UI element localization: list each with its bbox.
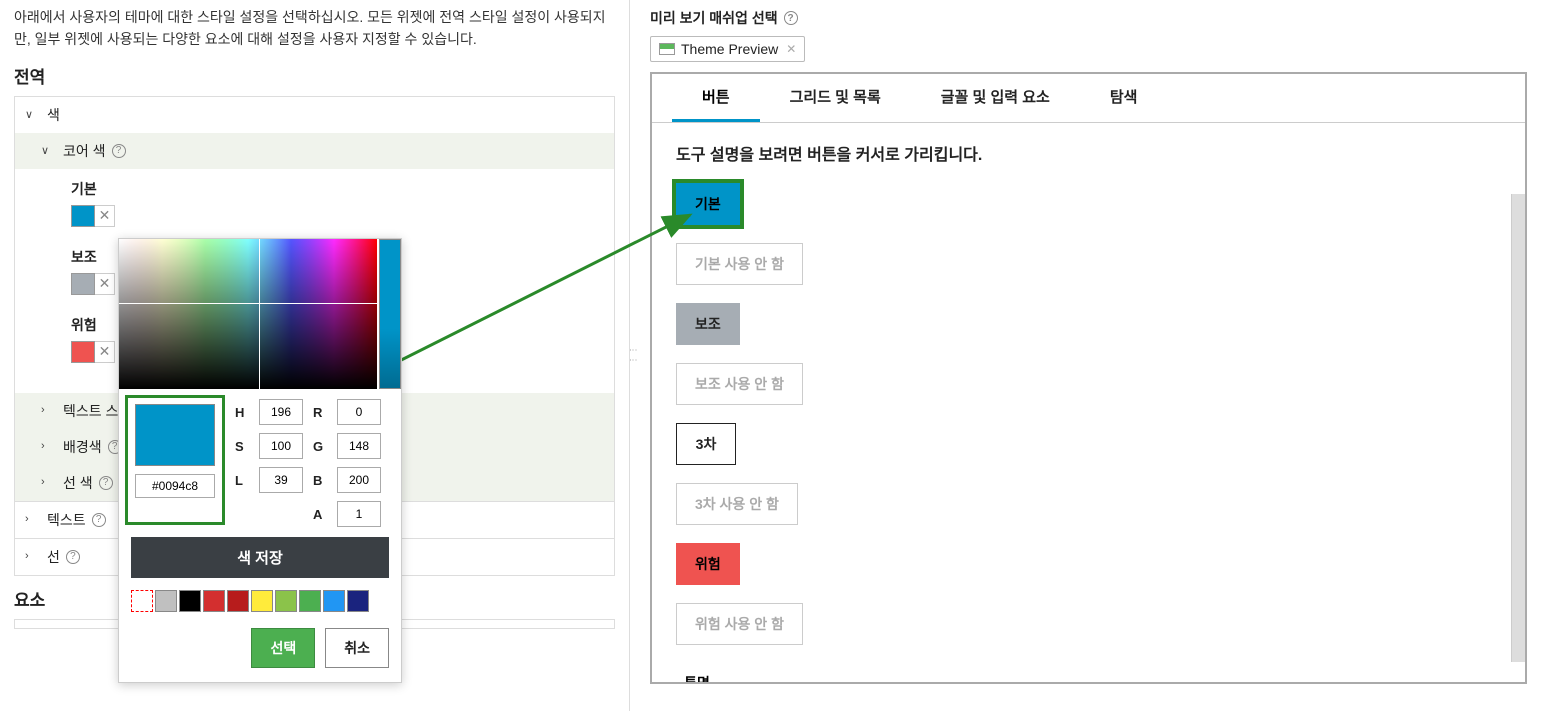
save-color-button[interactable]: 색 저장 — [131, 537, 389, 578]
sample-tertiary-button[interactable]: 3차 — [676, 423, 736, 465]
danger-swatch[interactable] — [71, 341, 95, 363]
color-picker: H R S G L B A 색 저장 선택 취소 — [118, 238, 402, 683]
acc-color-label: 색 — [47, 105, 60, 125]
b-label: B — [313, 473, 329, 488]
palette-slot[interactable] — [251, 590, 273, 612]
preview-frame: 버튼 그리드 및 목록 글꼴 및 입력 요소 탐색 도구 설명을 보려면 버튼을… — [650, 72, 1527, 684]
select-button[interactable]: 선택 — [251, 628, 315, 668]
preview-tabs: 버튼 그리드 및 목록 글꼴 및 입력 요소 탐색 — [652, 74, 1525, 123]
sample-secondary-button[interactable]: 보조 — [676, 303, 740, 345]
mashup-chip[interactable]: Theme Preview ✕ — [650, 36, 805, 62]
b-input[interactable] — [337, 467, 381, 493]
palette-slot[interactable] — [155, 590, 177, 612]
r-input[interactable] — [337, 399, 381, 425]
saturation-value-area[interactable] — [119, 239, 377, 389]
g-label: G — [313, 439, 329, 454]
chevron-down-icon: ∨ — [41, 144, 55, 158]
acc-bg-label: 배경색 — [63, 437, 102, 457]
theme-icon — [659, 43, 675, 55]
intro-text: 아래에서 사용자의 테마에 대한 스타일 설정을 선택하십시오. 모든 위젯에 … — [14, 6, 615, 51]
acc-line-color-label: 선 색 — [63, 473, 93, 493]
acc-color[interactable]: ∨ 색 — [15, 97, 614, 133]
sample-secondary-disabled-button: 보조 사용 안 함 — [676, 363, 803, 405]
chevron-right-icon: › — [41, 440, 55, 454]
primary-color-label: 기본 — [71, 179, 588, 199]
chevron-right-icon: › — [41, 476, 55, 490]
h-input[interactable] — [259, 399, 303, 425]
acc-text-style-label: 텍스트 스 — [63, 401, 118, 421]
hex-input[interactable] — [135, 474, 215, 498]
s-input[interactable] — [259, 433, 303, 459]
help-icon[interactable]: ? — [112, 144, 126, 158]
a-input[interactable] — [337, 501, 381, 527]
r-label: R — [313, 405, 329, 420]
clear-primary-button[interactable]: ✕ — [95, 205, 115, 227]
help-icon[interactable]: ? — [784, 11, 798, 25]
h-label: H — [235, 405, 251, 420]
tab-fonts-inputs[interactable]: 글꼴 및 입력 요소 — [911, 74, 1080, 122]
clear-secondary-button[interactable]: ✕ — [95, 273, 115, 295]
sample-tertiary-disabled-button: 3차 사용 안 함 — [676, 483, 798, 525]
sample-primary-button[interactable]: 기본 — [676, 183, 740, 225]
s-label: S — [235, 439, 251, 454]
sample-transparent-button[interactable]: 투명 — [676, 663, 736, 683]
sample-primary-disabled-button: 기본 사용 안 함 — [676, 243, 803, 285]
l-input[interactable] — [259, 467, 303, 493]
palette-slot[interactable] — [179, 590, 201, 612]
palette-slot-empty[interactable] — [131, 590, 153, 612]
primary-swatch[interactable] — [71, 205, 95, 227]
picker-preview-swatch — [135, 404, 215, 466]
preview-content: 도구 설명을 보려면 버튼을 커서로 가리킵니다. 기본 기본 사용 안 함 보… — [652, 123, 1525, 683]
palette-slot[interactable] — [299, 590, 321, 612]
chevron-down-icon: ∨ — [25, 108, 39, 122]
tab-grid-list[interactable]: 그리드 및 목록 — [760, 74, 911, 122]
chip-label: Theme Preview — [681, 41, 778, 57]
right-panel: 미리 보기 매쉬업 선택 ? Theme Preview ✕ 버튼 그리드 및 … — [630, 0, 1547, 711]
sample-danger-disabled-button: 위험 사용 안 함 — [676, 603, 803, 645]
palette-slot[interactable] — [203, 590, 225, 612]
tab-navigation[interactable]: 탐색 — [1080, 74, 1168, 122]
hsl-rgb-inputs: H R S G L B A — [231, 389, 391, 531]
saved-palette — [119, 584, 401, 618]
help-icon[interactable]: ? — [66, 550, 80, 564]
acc-line-label: 선 — [47, 547, 60, 567]
acc-text-label: 텍스트 — [47, 510, 86, 530]
close-icon[interactable]: ✕ — [786, 42, 796, 56]
clear-danger-button[interactable]: ✕ — [95, 341, 115, 363]
chevron-right-icon: › — [25, 513, 39, 527]
l-label: L — [235, 473, 251, 488]
sample-danger-button[interactable]: 위험 — [676, 543, 740, 585]
preview-hint: 도구 설명을 보려면 버튼을 커서로 가리킵니다. — [676, 141, 1501, 165]
tab-buttons[interactable]: 버튼 — [672, 74, 760, 122]
picker-preview-highlight — [125, 395, 225, 525]
chevron-right-icon: › — [25, 550, 39, 564]
g-input[interactable] — [337, 433, 381, 459]
palette-slot[interactable] — [323, 590, 345, 612]
secondary-swatch[interactable] — [71, 273, 95, 295]
hue-slider[interactable] — [379, 239, 401, 389]
cancel-button[interactable]: 취소 — [325, 628, 389, 668]
scrollbar[interactable] — [1511, 194, 1525, 662]
palette-slot[interactable] — [227, 590, 249, 612]
global-section-title: 전역 — [14, 63, 615, 88]
palette-slot[interactable] — [347, 590, 369, 612]
preview-header-label: 미리 보기 매쉬업 선택 — [650, 8, 778, 28]
acc-core-label: 코어 색 — [63, 141, 106, 161]
help-icon[interactable]: ? — [99, 476, 113, 490]
chevron-right-icon: › — [41, 404, 55, 418]
palette-slot[interactable] — [275, 590, 297, 612]
acc-core-color[interactable]: ∨ 코어 색 ? — [15, 133, 614, 169]
help-icon[interactable]: ? — [92, 513, 106, 527]
a-label: A — [313, 507, 329, 522]
